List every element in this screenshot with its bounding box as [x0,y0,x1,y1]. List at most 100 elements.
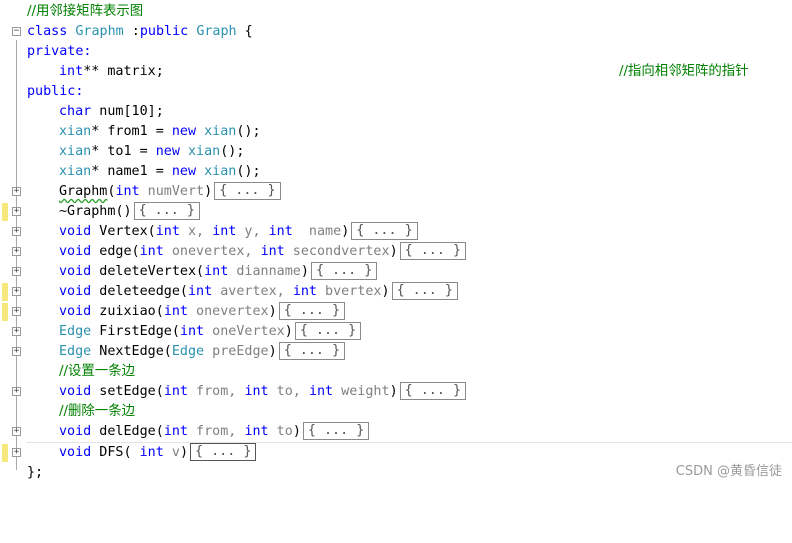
code-line: + void deleteVertex(int dianname){ ... } [0,262,792,282]
code-line: char num[10]; [0,102,792,122]
param-name: onevertex [188,304,269,319]
expand-icon[interactable]: + [12,187,21,196]
expand-icon[interactable]: + [12,247,21,256]
method-name: zuixiao( [91,304,164,319]
collapsed-block[interactable]: { ... } [351,222,418,240]
type-keyword: int [188,284,213,299]
type-keyword: int [308,384,334,399]
code-text: ) [300,264,309,279]
code-text: (); [236,124,261,139]
code-text: * to1 = [91,144,156,159]
return-type: void [59,244,92,259]
collapsed-block[interactable]: { ... } [391,282,458,300]
code-line: + void delEdge(int from, int to){ ... } [0,422,792,442]
expand-icon[interactable]: + [12,427,21,436]
type-keyword: int [204,264,229,279]
type-name: xian [204,124,237,139]
method-name: Vertex( [91,224,156,239]
type-name: xian [59,164,92,179]
type-keyword: int [163,304,188,319]
param-name: x, [179,224,213,239]
type-keyword: char [59,104,92,119]
param-name: to, [268,384,309,399]
code-text: ) [381,284,390,299]
param-name: onevertex, [163,244,261,259]
param-name: numVert [139,184,205,199]
expand-icon[interactable]: + [12,287,21,296]
param-name: from, [188,424,245,439]
collapsed-block[interactable]: { ... } [278,302,346,320]
code-line: //用邻接矩阵表示图 [0,2,792,22]
return-type: void [59,424,92,439]
collapsed-block[interactable]: { ... } [294,322,362,340]
expand-icon[interactable]: + [12,448,21,457]
comment: //删除一条边 [59,404,135,419]
code-line: xian* name1 = new xian(); [0,162,792,182]
code-text: * from1 = [91,124,172,139]
expand-icon[interactable]: + [12,207,21,216]
code-line: + void edge(int onevertex, int secondver… [0,242,792,262]
collapsed-block[interactable]: { ... } [310,262,378,280]
expand-icon[interactable]: + [12,307,21,316]
method-name: FirstEdge( [91,324,180,339]
method-name: setEdge( [91,384,164,399]
collapsed-block[interactable]: { ... } [133,202,200,220]
code-text: ) [268,304,277,319]
code-line: //设置一条边 [0,362,792,382]
type-keyword: int [260,244,285,259]
collapse-icon[interactable]: − [12,27,21,36]
expand-icon[interactable]: + [12,227,21,236]
expand-icon[interactable]: + [12,347,21,356]
code-text: : [123,24,140,39]
type-keyword: int [139,244,164,259]
type-keyword: int [115,184,140,199]
method-name: Graphm [59,184,108,199]
code-line: + void Vertex(int x, int y, int name){ .… [0,222,792,242]
code-editor[interactable]: //用邻接矩阵表示图 − class Graphm :public Graph … [0,0,792,487]
code-line: int** matrix; //指向相邻矩阵的指针 [0,62,792,82]
return-type: Edge [59,344,92,359]
change-marker [2,283,8,301]
keyword: class [27,24,68,39]
code-text: (); [220,144,245,159]
return-type: void [59,304,92,319]
code-line: private: [0,42,792,62]
code-text: ) [284,324,293,339]
type-name: Edge [171,344,205,359]
code-line: + void deleteedge(int avertex, int bvert… [0,282,792,302]
code-line: xian* from1 = new xian(); [0,122,792,142]
code-text: ) [389,244,398,259]
param-name: y, [236,224,269,239]
collapsed-block[interactable]: { ... } [190,443,257,461]
method-name: NextEdge( [91,344,172,359]
return-type: void [59,264,92,279]
code-text: ) [204,184,213,199]
param-name: name [292,224,342,239]
type-keyword: int [139,445,164,460]
method-name: delEdge( [91,424,164,439]
code-text: ) [341,224,350,239]
type-keyword: int [59,64,84,79]
code-text: * name1 = [91,164,172,179]
collapsed-block[interactable]: { ... } [278,342,346,360]
code-line: //删除一条边 [0,402,792,422]
type-keyword: int [244,384,269,399]
collapsed-block[interactable]: { ... } [302,422,370,440]
param-name: avertex, [212,284,293,299]
code-line: + ~Graphm(){ ... } [0,202,792,222]
collapsed-block[interactable]: { ... } [214,182,281,200]
type-keyword: int [163,424,188,439]
expand-icon[interactable]: + [12,387,21,396]
access-specifier: private: [27,44,92,59]
class-closing-brace: }; [27,465,44,480]
base-class-name: Graph [196,24,237,39]
method-name: DFS( [91,445,140,460]
code-text: (); [236,164,261,179]
code-line: + Edge NextEdge(Edge preEdge){ ... } [0,342,792,362]
expand-icon[interactable]: + [12,267,21,276]
expand-icon[interactable]: + [12,327,21,336]
collapsed-block[interactable]: { ... } [399,382,467,400]
code-line: − class Graphm :public Graph { [0,22,792,42]
param-name: dianname [228,264,301,279]
collapsed-block[interactable]: { ... } [399,242,467,260]
